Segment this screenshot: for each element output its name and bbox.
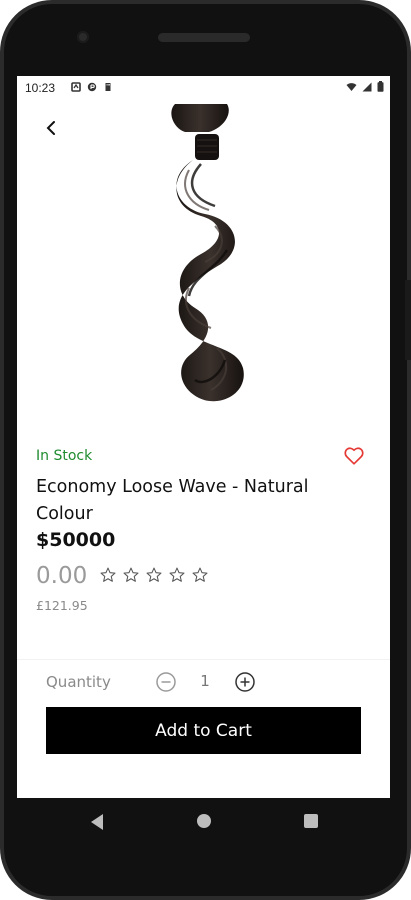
phone-frame: 10:23 In Stock Economy Loose Wave - Natu… (0, 0, 411, 900)
status-icons-right (346, 81, 384, 92)
star-empty-icon (192, 567, 208, 582)
star-empty-icon (123, 567, 139, 582)
quantity-value: 1 (200, 672, 210, 690)
nav-home-icon[interactable] (197, 814, 211, 828)
old-price: £121.95 (36, 598, 88, 613)
product-title: Economy Loose Wave - Natural Colour (36, 477, 309, 524)
status-time: 10:23 (25, 81, 56, 95)
divider (17, 659, 390, 660)
nav-back-icon[interactable] (89, 813, 105, 831)
star-empty-icon (100, 567, 116, 582)
notification-icon (71, 82, 81, 92)
chevron-left-icon (46, 121, 55, 135)
increase-quantity-icon[interactable] (234, 671, 256, 693)
side-button (405, 280, 411, 360)
product-image (171, 104, 244, 402)
system-nav-bar (17, 798, 390, 848)
product-price: $50000 (36, 529, 116, 551)
stock-status: In Stock (36, 448, 93, 464)
star-empty-icon (169, 567, 185, 582)
rating-stars (99, 566, 209, 584)
rating-value: 0.00 (36, 563, 88, 589)
earpiece-speaker (158, 33, 250, 42)
wifi-icon (346, 82, 357, 91)
front-camera (77, 31, 89, 43)
add-to-cart-button[interactable]: Add to Cart (46, 707, 361, 754)
sd-card-icon (105, 83, 111, 91)
star-empty-icon (146, 567, 162, 582)
back-button[interactable] (39, 116, 63, 140)
nav-recents-icon[interactable] (304, 814, 318, 828)
quantity-label: Quantity (46, 673, 111, 691)
pocket-icon (87, 82, 97, 92)
decrease-quantity-icon[interactable] (155, 671, 177, 693)
app-screen: 10:23 In Stock Economy Loose Wave - Natu… (17, 76, 390, 798)
favorite-heart-icon[interactable] (343, 445, 365, 467)
signal-icon (362, 82, 372, 91)
battery-icon (377, 81, 384, 92)
status-icons-left (71, 82, 113, 92)
status-bar: 10:23 (17, 76, 390, 100)
